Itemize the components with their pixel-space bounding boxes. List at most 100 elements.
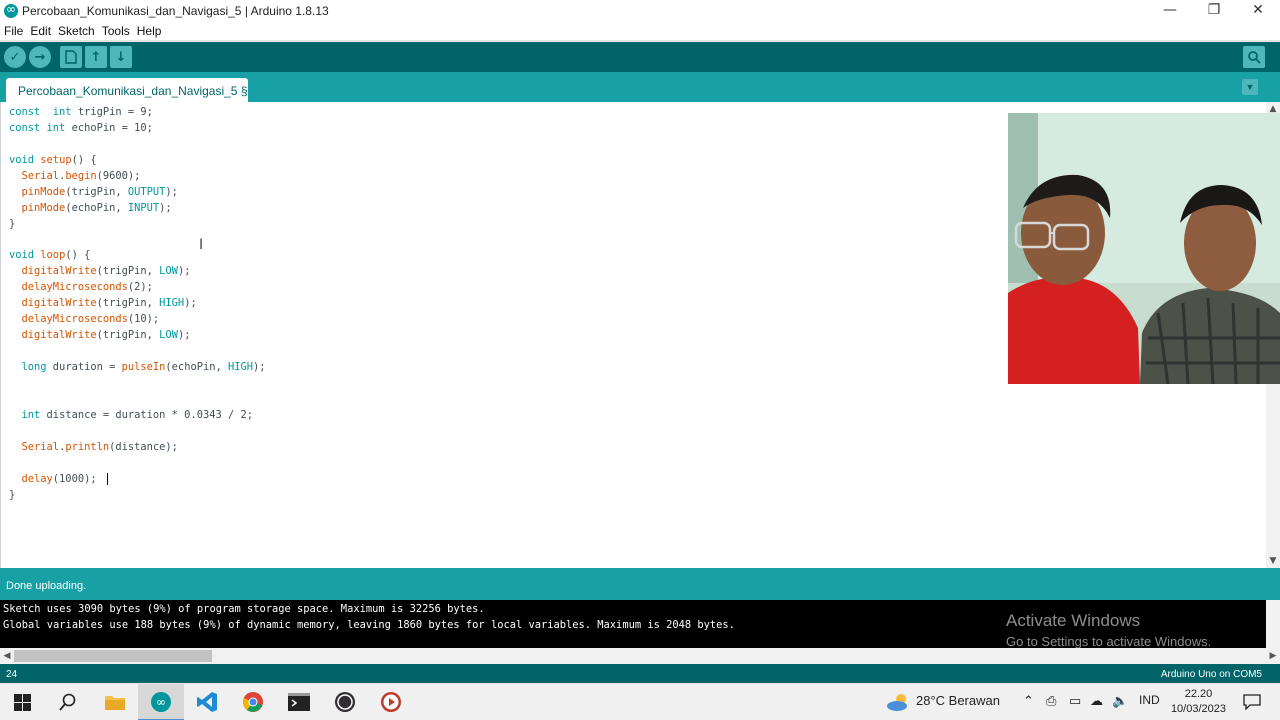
code-line[interactable]: const int trigPin = 9;: [9, 105, 266, 121]
tab-sketch[interactable]: Percobaan_Komunikasi_dan_Navigasi_5 §: [6, 78, 248, 102]
code-line[interactable]: delay(1000);: [9, 472, 266, 488]
arduino-icon: ∞: [151, 692, 171, 712]
code-text-token: }: [9, 488, 16, 501]
console-horizontal-scrollbar[interactable]: ◀ ▶: [0, 648, 1280, 664]
status-message: Done uploading.: [6, 580, 87, 592]
tab-menu-button[interactable]: ▼: [1242, 79, 1258, 95]
menu-help[interactable]: Help: [133, 22, 165, 38]
menu-file[interactable]: File: [0, 22, 26, 38]
verify-button[interactable]: ✓: [4, 46, 26, 68]
weather-widget[interactable]: [886, 690, 910, 714]
language-indicator[interactable]: IND: [1139, 693, 1160, 707]
windows-start-button[interactable]: [10, 690, 34, 714]
horizontal-scroll-thumb[interactable]: [14, 650, 212, 662]
code-function-token: begin: [65, 169, 97, 182]
console-vertical-scrollbar[interactable]: [1266, 600, 1280, 648]
scroll-down-arrow-icon[interactable]: ▼: [1266, 554, 1280, 568]
weather-text[interactable]: 28°C Berawan: [916, 693, 1000, 708]
arduino-logo-icon: [4, 2, 18, 18]
code-function-token: delay: [21, 472, 53, 485]
vscode-app-button[interactable]: [195, 690, 219, 714]
code-line[interactable]: long duration = pulseIn(echoPin, HIGH);: [9, 360, 266, 376]
code-text-token: );: [177, 265, 191, 278]
scroll-left-arrow-icon[interactable]: ◀: [0, 648, 14, 664]
menu-edit[interactable]: Edit: [26, 22, 54, 38]
onedrive-cloud-icon[interactable]: ☁: [1090, 693, 1103, 709]
close-button[interactable]: ✕: [1236, 0, 1280, 22]
clock[interactable]: 22.20 10/03/2023: [1171, 687, 1226, 717]
code-text-token: (trigPin,: [65, 185, 128, 198]
menu-tools[interactable]: Tools: [98, 22, 133, 38]
code-keyword-token: const: [9, 121, 41, 134]
arduino-app-button[interactable]: ∞: [149, 690, 173, 714]
code-line[interactable]: [9, 456, 266, 472]
code-line[interactable]: pinMode(echoPin, INPUT);: [9, 201, 266, 217]
search-button[interactable]: [56, 690, 80, 714]
code-line[interactable]: void loop() {: [9, 248, 266, 264]
code-line[interactable]: digitalWrite(trigPin, LOW);: [9, 264, 266, 280]
code-line[interactable]: delayMicroseconds(10);: [9, 312, 266, 328]
vscode-icon: [197, 692, 217, 712]
code-line[interactable]: [9, 233, 266, 249]
show-hidden-icons-chevron-icon[interactable]: ⌃: [1023, 693, 1034, 709]
code-keyword-token: int: [21, 408, 41, 421]
file-icon: [65, 50, 77, 64]
code-line[interactable]: digitalWrite(trigPin, HIGH);: [9, 296, 266, 312]
code-line[interactable]: Serial.begin(9600);: [9, 169, 266, 185]
upload-button[interactable]: →: [29, 46, 51, 68]
code-line[interactable]: [9, 376, 266, 392]
code-line[interactable]: delayMicroseconds(2);: [9, 280, 266, 296]
code-line[interactable]: const int echoPin = 10;: [9, 121, 266, 137]
code-keyword-token: void: [9, 153, 35, 166]
code-text-token: );: [253, 361, 266, 373]
code-line[interactable]: void setup() {: [9, 153, 266, 169]
code-line[interactable]: digitalWrite(trigPin, LOW);: [9, 328, 266, 344]
restore-button[interactable]: ❐: [1192, 0, 1236, 22]
media-player-button[interactable]: [379, 690, 403, 714]
file-explorer-button[interactable]: [103, 690, 127, 714]
code-line[interactable]: [9, 392, 266, 408]
check-icon: ✓: [9, 49, 21, 65]
notification-speech-bubble-icon: [1243, 694, 1261, 710]
code-keyword-token: const: [9, 106, 41, 118]
code-text-token: );: [165, 185, 178, 198]
weather-cloud-sun-icon: [887, 694, 907, 711]
meet-now-icon[interactable]: ⎙: [1046, 693, 1056, 709]
battery-icon[interactable]: ▭: [1069, 693, 1081, 709]
code-line[interactable]: [9, 137, 266, 153]
code-function-token: setup: [40, 153, 72, 166]
code-keyword-token: long: [21, 361, 47, 373]
code-text-token: );: [159, 201, 172, 214]
code-text-token: () {: [71, 153, 97, 166]
obs-app-button[interactable]: [333, 690, 357, 714]
code-keyword-token: HIGH: [159, 297, 185, 310]
code-line[interactable]: int distance = duration * 0.0343 / 2;: [9, 408, 266, 424]
code-line[interactable]: pinMode(trigPin, OUTPUT);: [9, 185, 266, 201]
code-line[interactable]: [9, 424, 266, 440]
watermark-subtitle: Go to Settings to activate Windows.: [1006, 634, 1212, 649]
chrome-app-button[interactable]: [241, 690, 265, 714]
serial-monitor-button[interactable]: [1243, 46, 1265, 68]
terminal-app-button[interactable]: [287, 690, 311, 714]
menu-sketch[interactable]: Sketch: [54, 22, 98, 38]
code-line[interactable]: }: [9, 488, 266, 504]
text-caret: [106, 472, 108, 485]
code-line[interactable]: [9, 344, 266, 360]
save-button[interactable]: ↓: [110, 46, 132, 68]
notifications-button[interactable]: [1240, 690, 1264, 714]
new-button[interactable]: [60, 46, 82, 68]
code-line[interactable]: Serial.println(distance);: [9, 440, 266, 456]
scroll-right-arrow-icon[interactable]: ▶: [1266, 648, 1280, 664]
volume-icon[interactable]: 🔈: [1112, 693, 1128, 709]
arrow-down-icon: ↓: [115, 49, 127, 65]
code-line[interactable]: }: [9, 217, 266, 233]
open-button[interactable]: ↑: [85, 46, 107, 68]
code-function-token: digitalWrite: [21, 329, 97, 342]
minimize-button[interactable]: —: [1148, 0, 1192, 22]
code-text[interactable]: const int trigPin = 9; const int echoPin …: [9, 105, 266, 503]
code-text-token: (trigPin,: [96, 265, 160, 278]
